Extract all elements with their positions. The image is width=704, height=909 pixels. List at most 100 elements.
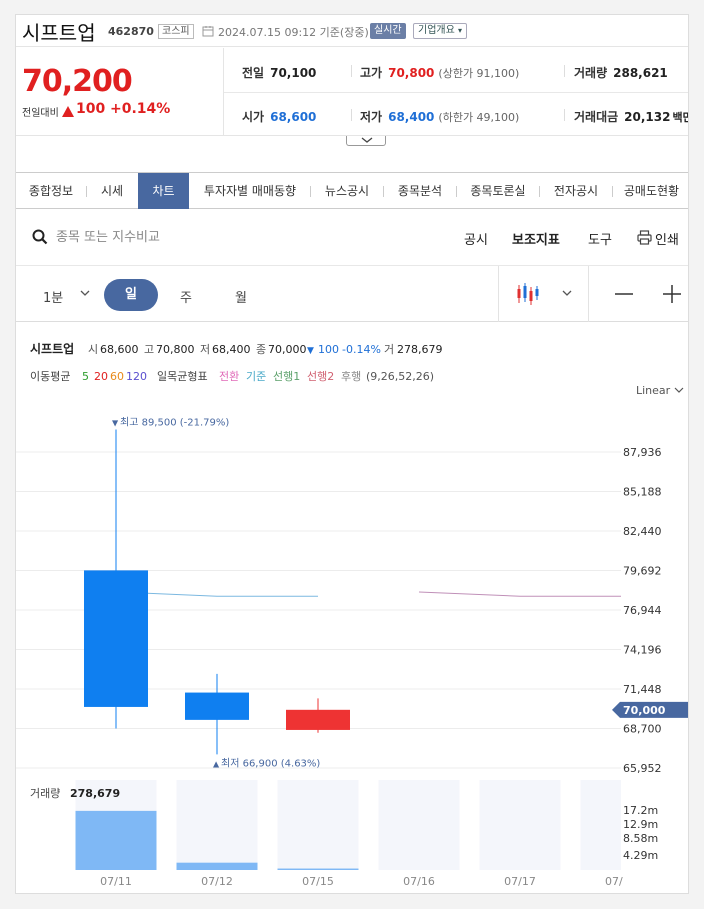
- volume-panel: [75, 780, 621, 870]
- chart-open-value: 68,600: [100, 343, 139, 356]
- tab-chart[interactable]: 차트: [138, 173, 189, 209]
- change-value: 100: [76, 101, 106, 117]
- price-block: 70,200 전일대비 100 +0.14%: [16, 48, 224, 136]
- period-selector: 1분 일 주 월: [16, 266, 688, 322]
- realtime-button[interactable]: 실시간: [370, 23, 406, 39]
- tab-analysis[interactable]: 종목분석: [384, 173, 456, 209]
- chart-low-label: 저: [200, 343, 210, 356]
- up-arrow-icon: [62, 106, 74, 117]
- scale-selector[interactable]: Linear: [636, 384, 671, 397]
- ichimoku-tenkan[interactable]: 전환: [219, 370, 239, 383]
- toolbar-divider: [588, 266, 589, 322]
- period-month[interactable]: 월: [235, 287, 247, 306]
- volume-tick-label: 17.2m: [623, 804, 658, 817]
- price-tick-label: 74,196: [623, 644, 662, 657]
- ichimoku-kijun[interactable]: 기준: [246, 370, 266, 383]
- chart-stock-name: 시프트업: [30, 342, 74, 356]
- date-tick-label: 07/15: [302, 875, 334, 888]
- ma-5[interactable]: 5: [82, 370, 89, 383]
- chevron-down-icon[interactable]: [562, 290, 572, 296]
- company-overview-button[interactable]: 기업개요 ▾: [413, 23, 468, 39]
- candlestick-type-icon[interactable]: [516, 282, 542, 306]
- chevron-down-icon: [361, 137, 373, 143]
- volume-slot: [580, 780, 621, 870]
- chart-low-value: 68,400: [212, 343, 251, 356]
- volume-panel-value: 278,679: [70, 787, 120, 800]
- candle-body: [185, 692, 249, 720]
- chart-volume-value: 278,679: [397, 343, 443, 356]
- indicators-button[interactable]: 보조지표: [512, 229, 560, 248]
- min-price-label: 최저 66,900 (4.63%): [221, 757, 320, 769]
- stock-header: 시프트업 462870 코스피 2024.07.15 09:12 기준(장중) …: [16, 15, 688, 47]
- change-label: 전일대비: [22, 108, 59, 119]
- down-triangle-icon: ▼: [112, 419, 119, 428]
- current-price-tag-value: 70,000: [623, 704, 666, 717]
- chevron-down-icon: ▾: [458, 26, 463, 35]
- tab-quotes[interactable]: 시세: [87, 173, 137, 209]
- print-button[interactable]: 인쇄: [655, 229, 679, 248]
- quote-divider: [351, 65, 352, 77]
- collapse-toggle[interactable]: [346, 136, 386, 146]
- quote-prev-value: 70,100: [270, 66, 317, 80]
- date-tick-label: 07/: [605, 875, 623, 888]
- price-tick-label: 71,448: [623, 683, 662, 696]
- stock-code: 462870: [108, 25, 154, 38]
- quote-amount-label: 거래대금: [574, 110, 619, 124]
- chevron-down-icon[interactable]: [674, 387, 684, 393]
- chart-high-label: 고: [144, 343, 154, 356]
- candle-body: [84, 570, 148, 707]
- tab-disclosure[interactable]: 전자공시: [540, 173, 612, 209]
- period-day[interactable]: 일: [104, 279, 158, 311]
- tools-button[interactable]: 도구: [588, 229, 612, 248]
- tab-news[interactable]: 뉴스공시: [311, 173, 383, 209]
- tab-investor-trading[interactable]: 투자자별 매매동향: [189, 173, 311, 209]
- ma-60[interactable]: 60: [110, 370, 124, 383]
- search-icon: [32, 229, 48, 245]
- quote-divider: [564, 109, 565, 121]
- volume-slot: [176, 780, 258, 870]
- ichimoku-params: (9,26,52,26): [366, 370, 434, 383]
- quote-volume-label: 거래량: [574, 66, 608, 80]
- candle-body: [286, 709, 350, 730]
- quote-amount-value: 20,132: [624, 110, 671, 124]
- quote-open-label: 시가: [242, 110, 265, 124]
- quote-grid: 전일 70,100 고가 70,800 (상한가 91,100) 거래량 288,621…: [224, 48, 688, 136]
- ichimoku-label: 일목균형표: [157, 369, 208, 383]
- date-tick-label: 07/17: [504, 875, 536, 888]
- quote-open: 시가 68,600: [242, 108, 316, 125]
- zoom-out-icon[interactable]: [615, 292, 633, 296]
- disclosure-button[interactable]: 공시: [464, 229, 488, 248]
- tab-overview[interactable]: 종합정보: [16, 173, 86, 209]
- company-overview-label: 기업개요: [418, 25, 455, 36]
- price-tick-label: 79,692: [623, 565, 662, 578]
- ichimoku-chikou[interactable]: 후행: [341, 370, 361, 383]
- printer-icon[interactable]: [637, 230, 652, 245]
- chart-change-pct: -0.14%: [342, 343, 381, 356]
- stock-name[interactable]: 시프트업: [22, 17, 96, 46]
- price-tick-label: 82,440: [623, 525, 662, 538]
- ma-20[interactable]: 20: [94, 370, 108, 383]
- tab-discussion[interactable]: 종목토론실: [457, 173, 539, 209]
- ichimoku-senkou2[interactable]: 선행2: [307, 370, 334, 383]
- chevron-down-icon[interactable]: [80, 290, 90, 296]
- quote-high: 고가 70,800 (상한가 91,100): [360, 64, 519, 81]
- ma-120[interactable]: 120: [126, 370, 147, 383]
- chart-volume-label: 거: [384, 343, 394, 356]
- volume-slot: [277, 780, 359, 870]
- ichimoku-lines: [115, 591, 621, 597]
- zoom-in-icon[interactable]: [663, 285, 681, 303]
- change-percent: +0.14%: [110, 101, 171, 117]
- period-week[interactable]: 주: [180, 287, 192, 306]
- ichimoku-senkou1[interactable]: 선행1: [273, 370, 300, 383]
- ma-label: 이동평균: [30, 370, 70, 383]
- price-tick-label: 87,936: [623, 446, 662, 459]
- chart-close-value: 70,000: [268, 343, 307, 356]
- compare-search-input[interactable]: [56, 224, 316, 250]
- period-minute[interactable]: 1분: [43, 287, 63, 306]
- tab-short-selling[interactable]: 공매도현황: [613, 173, 688, 209]
- quote-volume-value: 288,621: [613, 66, 668, 80]
- price-chart[interactable]: 시프트업 시 68,600 고 70,800 저 68,400 종 70,000…: [16, 322, 689, 894]
- quote-open-value: 68,600: [270, 110, 317, 124]
- price-tick-label: 65,952: [623, 762, 662, 775]
- volume-tick-label: 8.58m: [623, 832, 658, 845]
